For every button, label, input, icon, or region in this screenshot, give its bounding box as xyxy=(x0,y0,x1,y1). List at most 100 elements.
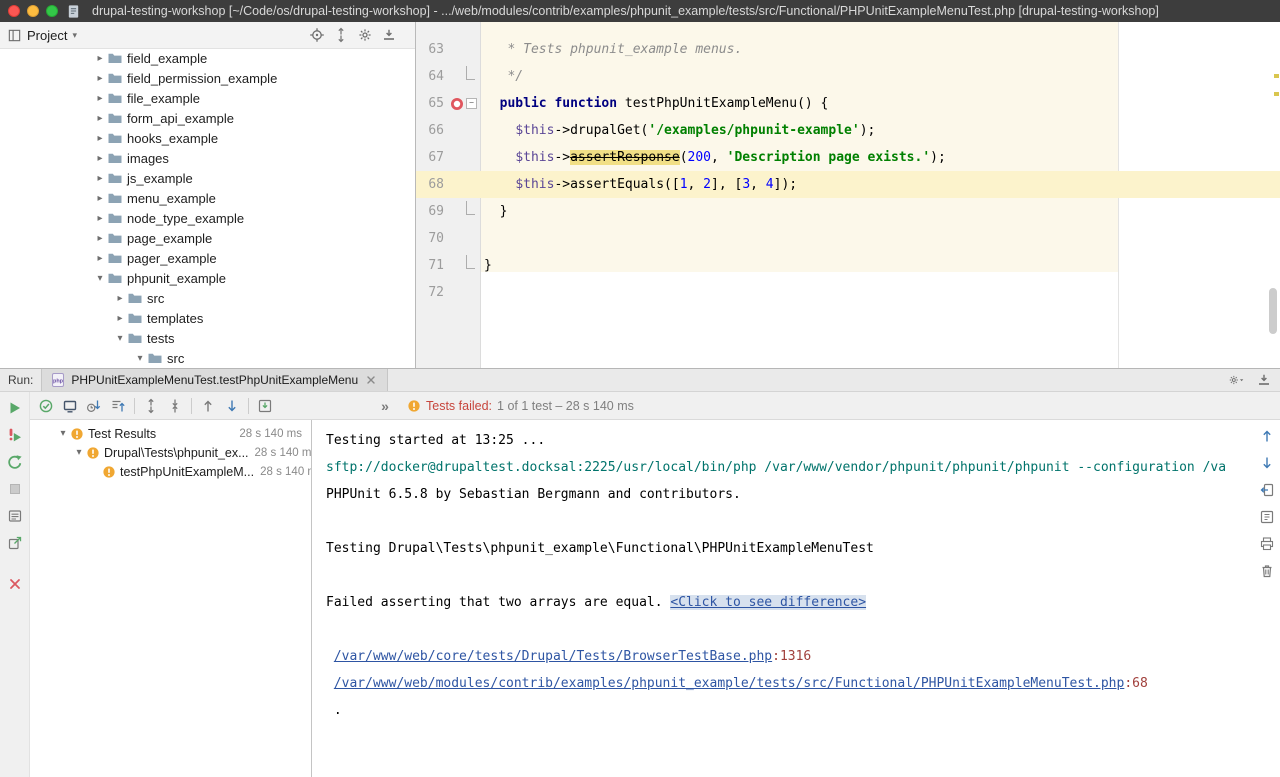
code-text[interactable]: */ xyxy=(480,63,1280,90)
rerun-icon[interactable] xyxy=(7,400,23,416)
chevron-down-icon[interactable]: ▾ xyxy=(72,447,86,458)
project-tree-item[interactable]: ▸menu_example xyxy=(0,188,415,208)
sort-by-duration-icon[interactable] xyxy=(86,398,102,414)
project-tree-item[interactable]: ▸form_api_example xyxy=(0,108,415,128)
chevron-right-icon[interactable]: ▸ xyxy=(93,93,107,104)
project-tree-item[interactable]: ▸src xyxy=(0,288,415,308)
console-output-icon[interactable] xyxy=(7,508,23,524)
breakpoint-icon[interactable] xyxy=(449,96,465,112)
clear-icon[interactable] xyxy=(1259,563,1275,579)
fold-marker[interactable] xyxy=(466,66,475,80)
project-tree-item[interactable]: ▾phpunit_example xyxy=(0,268,415,288)
code-text[interactable] xyxy=(480,225,1280,252)
project-tree-item[interactable]: ▾src xyxy=(0,348,415,368)
editor[interactable]: 63 * Tests phpunit_example menus.64 */65… xyxy=(416,22,1280,368)
close-tab-icon[interactable] xyxy=(363,372,379,388)
chevron-right-icon[interactable]: ▸ xyxy=(93,253,107,264)
editor-line[interactable]: 63 * Tests phpunit_example menus. xyxy=(416,36,1280,63)
chevron-right-icon[interactable]: ▸ xyxy=(93,213,107,224)
settings-caret-icon[interactable] xyxy=(1228,372,1244,388)
chevron-right-icon[interactable]: ▸ xyxy=(93,133,107,144)
project-tree-item[interactable]: ▸templates xyxy=(0,308,415,328)
console-link[interactable]: /var/www/web/core/tests/Drupal/Tests/Bro… xyxy=(334,649,772,664)
editor-line[interactable]: 68 $this->assertEquals([1, 2], [3, 4]); xyxy=(416,171,1280,198)
project-tree-item[interactable]: ▸node_type_example xyxy=(0,208,415,228)
open-results-icon[interactable] xyxy=(7,535,23,551)
autotest-icon[interactable] xyxy=(7,454,23,470)
scroll-down-icon[interactable] xyxy=(1259,455,1275,471)
expand-all-icon[interactable] xyxy=(167,398,183,414)
editor-line[interactable]: 66 $this->drupalGet('/examples/phpunit-e… xyxy=(416,117,1280,144)
fold-marker[interactable] xyxy=(466,255,475,269)
code-text[interactable]: $this->assertResponse(200, 'Description … xyxy=(480,144,1280,171)
chevron-right-icon[interactable]: ▸ xyxy=(93,113,107,124)
console-link[interactable]: <Click to see difference> xyxy=(670,595,866,610)
import-results-icon[interactable] xyxy=(257,398,273,414)
editor-line[interactable]: 72 xyxy=(416,279,1280,306)
error-stripe-mark[interactable] xyxy=(1274,92,1279,96)
editor-line[interactable]: 70 xyxy=(416,225,1280,252)
project-tree-item[interactable]: ▾tests xyxy=(0,328,415,348)
chevron-down-icon[interactable]: ▾ xyxy=(113,333,127,344)
stop-icon[interactable] xyxy=(7,481,23,497)
code-text[interactable] xyxy=(480,279,1280,306)
previous-failed-icon[interactable] xyxy=(200,398,216,414)
project-tree-item[interactable]: ▸file_example xyxy=(0,88,415,108)
more-icon[interactable]: » xyxy=(377,398,393,414)
show-output-icon[interactable] xyxy=(62,398,78,414)
test-tree-item[interactable]: testPhpUnitExampleM...28 s 140 ms xyxy=(30,462,311,481)
locate-icon[interactable] xyxy=(309,27,325,43)
editor-line[interactable]: 69 } xyxy=(416,198,1280,225)
project-panel-header[interactable]: Project ▾ xyxy=(0,22,415,49)
rerun-failed-icon[interactable] xyxy=(7,427,23,443)
error-stripe-mark[interactable] xyxy=(1274,74,1279,78)
chevron-right-icon[interactable]: ▸ xyxy=(93,233,107,244)
chevron-down-icon[interactable]: ▾ xyxy=(72,30,77,41)
project-tree-item[interactable]: ▸field_example xyxy=(0,48,415,68)
chevron-right-icon[interactable]: ▸ xyxy=(93,173,107,184)
chevron-down-icon[interactable]: ▾ xyxy=(133,353,147,364)
code-text[interactable]: $this->assertEquals([1, 2], [3, 4]); xyxy=(480,171,1280,198)
code-text[interactable]: $this->drupalGet('/examples/phpunit-exam… xyxy=(480,117,1280,144)
project-tree-item[interactable]: ▸images xyxy=(0,148,415,168)
close-icon[interactable] xyxy=(7,576,23,592)
chevron-right-icon[interactable]: ▸ xyxy=(93,73,107,84)
chevron-right-icon[interactable]: ▸ xyxy=(113,293,127,304)
collapse-all-icon[interactable] xyxy=(143,398,159,414)
code-text[interactable]: } xyxy=(480,252,1280,279)
test-tree-item[interactable]: ▾Drupal\Tests\phpunit_ex...28 s 140 ms xyxy=(30,443,311,462)
chevron-right-icon[interactable]: ▸ xyxy=(93,53,107,64)
editor-line[interactable]: 64 */ xyxy=(416,63,1280,90)
chevron-right-icon[interactable]: ▸ xyxy=(113,313,127,324)
code-text[interactable]: public function testPhpUnitExampleMenu()… xyxy=(480,90,1280,117)
console-link[interactable]: /var/www/web/modules/contrib/examples/ph… xyxy=(334,676,1125,691)
run-tab[interactable]: php PHPUnitExampleMenuTest.testPhpUnitEx… xyxy=(41,369,388,391)
chevron-right-icon[interactable]: ▸ xyxy=(93,153,107,164)
project-tree-item[interactable]: ▸page_example xyxy=(0,228,415,248)
suites-top-icon[interactable] xyxy=(110,398,126,414)
project-tree-item[interactable]: ▸js_example xyxy=(0,168,415,188)
hide-icon[interactable] xyxy=(381,27,397,43)
editor-line[interactable]: 65− public function testPhpUnitExampleMe… xyxy=(416,90,1280,117)
window-minimize-button[interactable] xyxy=(27,5,39,17)
collapse-all-icon[interactable] xyxy=(333,27,349,43)
window-zoom-button[interactable] xyxy=(46,5,58,17)
jump-source-icon[interactable] xyxy=(1259,482,1275,498)
chevron-down-icon[interactable]: ▾ xyxy=(56,428,70,439)
project-tree-item[interactable]: ▸pager_example xyxy=(0,248,415,268)
chevron-right-icon[interactable]: ▸ xyxy=(93,193,107,204)
editor-line[interactable]: 67 $this->assertResponse(200, 'Descripti… xyxy=(416,144,1280,171)
fold-marker[interactable] xyxy=(466,201,475,215)
hide-bottom-icon[interactable] xyxy=(1256,372,1272,388)
show-passed-icon[interactable] xyxy=(38,398,54,414)
print-icon[interactable] xyxy=(1259,536,1275,552)
settings-icon[interactable] xyxy=(357,27,373,43)
window-close-button[interactable] xyxy=(8,5,20,17)
fold-marker[interactable]: − xyxy=(466,98,477,109)
editor-scrollbar-thumb[interactable] xyxy=(1269,288,1277,334)
code-text[interactable]: * Tests phpunit_example menus. xyxy=(480,36,1280,63)
open-editor-icon[interactable] xyxy=(1259,509,1275,525)
project-tree-item[interactable]: ▸hooks_example xyxy=(0,128,415,148)
scroll-up-icon[interactable] xyxy=(1259,428,1275,444)
chevron-down-icon[interactable]: ▾ xyxy=(93,273,107,284)
